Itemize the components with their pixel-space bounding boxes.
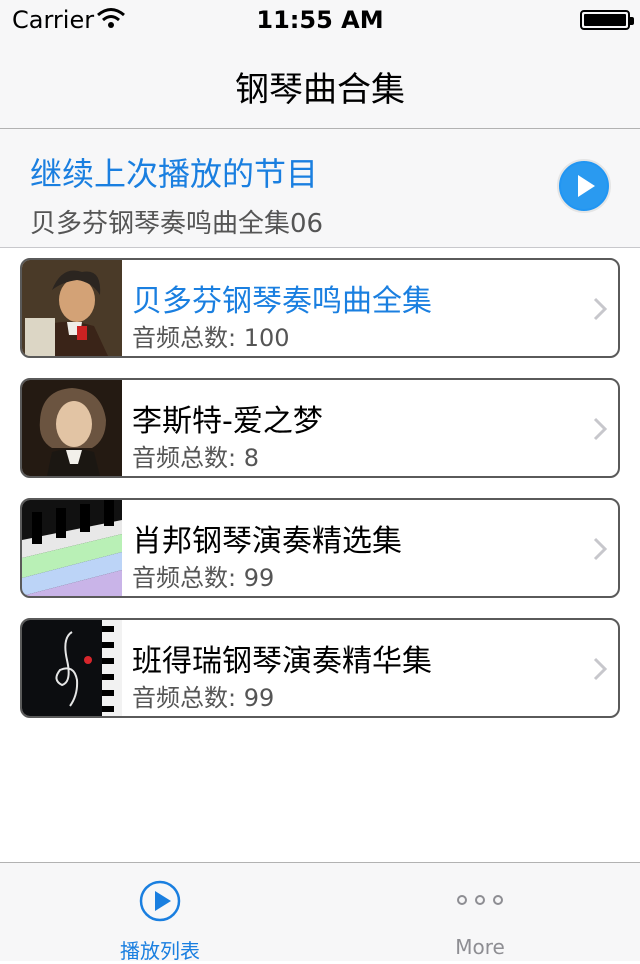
playlist-count: 音频总数: 99 [132, 684, 275, 712]
playlist-title: 李斯特-爱之梦 [132, 404, 323, 439]
playlist-count: 音频总数: 8 [132, 444, 259, 472]
status-time: 11:55 AM [256, 6, 384, 34]
playlist-item[interactable]: 贝多芬钢琴奏鸣曲全集 音频总数: 100 [20, 258, 620, 358]
battery-icon [580, 10, 634, 30]
chevron-right-icon [593, 537, 608, 561]
playlist-count: 音频总数: 100 [132, 324, 290, 352]
tab-bar: 播放列表 More [0, 862, 640, 963]
playlist-thumbnail [22, 380, 122, 476]
play-circle-icon [139, 880, 181, 922]
page-title: 钢琴曲合集 [235, 70, 405, 110]
playlist-item[interactable]: 李斯特-爱之梦 音频总数: 8 [20, 378, 620, 478]
tab-label: More [455, 935, 505, 959]
resume-title: 继续上次播放的节目 [30, 155, 319, 193]
playlist-count: 音频总数: 99 [132, 564, 275, 592]
resume-subtitle: 贝多芬钢琴奏鸣曲全集06 [30, 209, 324, 239]
more-dots-icon [457, 895, 503, 905]
playlist-item[interactable]: 肖邦钢琴演奏精选集 音频总数: 99 [20, 498, 620, 598]
top-bar: Carrier 11:55 AM 钢琴曲合集 [0, 0, 640, 129]
playlist-title: 贝多芬钢琴奏鸣曲全集 [132, 284, 432, 319]
resume-section[interactable]: 继续上次播放的节目 贝多芬钢琴奏鸣曲全集06 [0, 129, 640, 248]
chevron-right-icon [593, 657, 608, 681]
tab-more[interactable]: More [320, 863, 640, 961]
chevron-right-icon [593, 417, 608, 441]
status-bar: Carrier 11:55 AM [0, 0, 640, 40]
tab-playlist[interactable]: 播放列表 [0, 863, 320, 963]
playlist-thumbnail [22, 260, 122, 356]
playlist-item[interactable]: 班得瑞钢琴演奏精华集 音频总数: 99 [20, 618, 620, 718]
playlist-thumbnail [22, 620, 122, 716]
playlist-title: 班得瑞钢琴演奏精华集 [132, 644, 432, 679]
resume-play-button[interactable] [556, 158, 612, 214]
chevron-right-icon [593, 297, 608, 321]
playlist-title: 肖邦钢琴演奏精选集 [132, 524, 402, 559]
playlist-thumbnail [22, 500, 122, 596]
